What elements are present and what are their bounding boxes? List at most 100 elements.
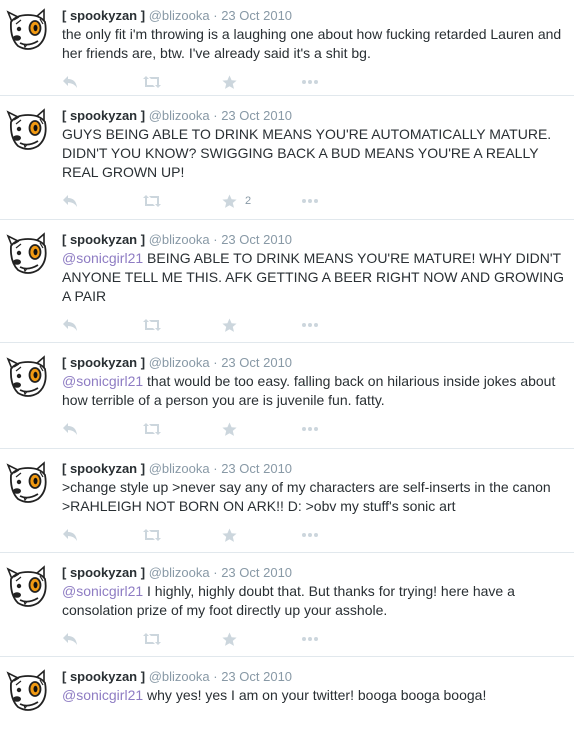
user-fullname[interactable]: [ spookyzan ]	[62, 232, 145, 247]
star-icon	[222, 318, 237, 333]
tweet-timestamp[interactable]: 23 Oct 2010	[221, 8, 292, 23]
tweet-actions	[62, 315, 566, 335]
reply-icon	[62, 528, 78, 542]
mention-link[interactable]: @sonicgirl21	[62, 250, 143, 266]
user-fullname[interactable]: [ spookyzan ]	[62, 8, 145, 23]
user-fullname[interactable]: [ spookyzan ]	[62, 108, 145, 123]
favorite-button[interactable]	[222, 528, 302, 543]
reply-button[interactable]	[62, 528, 142, 542]
retweet-icon	[142, 422, 162, 436]
user-handle[interactable]: @blizooka	[149, 108, 210, 123]
tweet-timestamp[interactable]: 23 Oct 2010	[221, 355, 292, 370]
more-dots-icon	[302, 80, 318, 84]
reply-icon	[62, 632, 78, 646]
tweet-header: [ spookyzan ] @blizooka · 23 Oct 2010	[62, 108, 566, 124]
tweet-text-content: GUYS BEING ABLE TO DRINK MEANS YOU'RE AU…	[62, 126, 552, 180]
favorite-count: 2	[245, 195, 252, 207]
avatar[interactable]	[6, 232, 50, 276]
reply-icon	[62, 75, 78, 89]
tweet-timestamp[interactable]: 23 Oct 2010	[221, 461, 292, 476]
user-handle[interactable]: @blizooka	[149, 565, 210, 580]
avatar[interactable]	[6, 355, 50, 399]
tweet-text-content: why yes! yes I am on your twitter! booga…	[143, 687, 487, 703]
avatar[interactable]	[6, 461, 50, 505]
mention-link[interactable]: @sonicgirl21	[62, 687, 143, 703]
separator-dot: ·	[213, 232, 218, 247]
retweet-button[interactable]	[142, 528, 222, 542]
reply-button[interactable]	[62, 422, 142, 436]
reply-icon	[62, 422, 78, 436]
more-dots-icon	[302, 533, 318, 537]
user-handle[interactable]: @blizooka	[149, 8, 210, 23]
cartoon-dog-avatar	[6, 232, 47, 274]
reply-button[interactable]	[62, 318, 142, 332]
separator-dot: ·	[213, 8, 218, 23]
tweet-actions: 2	[62, 191, 566, 211]
user-fullname[interactable]: [ spookyzan ]	[62, 355, 145, 370]
retweet-button[interactable]	[142, 632, 222, 646]
reply-button[interactable]	[62, 632, 142, 646]
more-button[interactable]	[302, 80, 382, 84]
user-fullname[interactable]: [ spookyzan ]	[62, 669, 145, 684]
user-handle[interactable]: @blizooka	[149, 461, 210, 476]
more-button[interactable]	[302, 427, 382, 431]
separator-dot: ·	[213, 461, 218, 476]
more-dots-icon	[302, 427, 318, 431]
separator-dot: ·	[213, 669, 218, 684]
retweet-icon	[142, 194, 162, 208]
tweet[interactable]: [ spookyzan ] @blizooka · 23 Oct 2010 GU…	[0, 96, 574, 220]
tweet-text-content: >change style up >never say any of my ch…	[62, 479, 551, 514]
tweet-timestamp[interactable]: 23 Oct 2010	[221, 108, 292, 123]
tweet[interactable]: [ spookyzan ] @blizooka · 23 Oct 2010 @s…	[0, 657, 574, 737]
tweet-header: [ spookyzan ] @blizooka · 23 Oct 2010	[62, 461, 566, 477]
star-icon	[222, 422, 237, 437]
reply-button[interactable]	[62, 75, 142, 89]
avatar[interactable]	[6, 8, 50, 52]
retweet-button[interactable]	[142, 422, 222, 436]
avatar[interactable]	[6, 108, 50, 152]
retweet-icon	[142, 75, 162, 89]
tweet-text: @sonicgirl21 why yes! yes I am on your t…	[62, 686, 566, 705]
favorite-button[interactable]	[222, 75, 302, 90]
user-handle[interactable]: @blizooka	[149, 355, 210, 370]
user-fullname[interactable]: [ spookyzan ]	[62, 565, 145, 580]
retweet-button[interactable]	[142, 194, 222, 208]
tweet-feed: [ spookyzan ] @blizooka · 23 Oct 2010 th…	[0, 0, 574, 737]
user-handle[interactable]: @blizooka	[149, 232, 210, 247]
tweet[interactable]: [ spookyzan ] @blizooka · 23 Oct 2010 th…	[0, 0, 574, 96]
tweet-text-content: the only fit i'm throwing is a laughing …	[62, 26, 562, 61]
tweet[interactable]: [ spookyzan ] @blizooka · 23 Oct 2010 @s…	[0, 553, 574, 657]
avatar[interactable]	[6, 565, 50, 609]
favorite-button[interactable]	[222, 318, 302, 333]
tweet-timestamp[interactable]: 23 Oct 2010	[221, 669, 292, 684]
mention-link[interactable]: @sonicgirl21	[62, 583, 143, 599]
user-handle[interactable]: @blizooka	[149, 669, 210, 684]
retweet-button[interactable]	[142, 75, 222, 89]
avatar[interactable]	[6, 669, 50, 713]
separator-dot: ·	[213, 108, 218, 123]
tweet[interactable]: [ spookyzan ] @blizooka · 23 Oct 2010 @s…	[0, 220, 574, 343]
tweet-header: [ spookyzan ] @blizooka · 23 Oct 2010	[62, 565, 566, 581]
reply-icon	[62, 318, 78, 332]
user-fullname[interactable]: [ spookyzan ]	[62, 461, 145, 476]
tweet-timestamp[interactable]: 23 Oct 2010	[221, 232, 292, 247]
favorite-button[interactable]: 2	[222, 194, 302, 209]
tweet[interactable]: [ spookyzan ] @blizooka · 23 Oct 2010 @s…	[0, 343, 574, 449]
favorite-button[interactable]	[222, 632, 302, 647]
cartoon-dog-avatar	[6, 565, 47, 607]
reply-button[interactable]	[62, 194, 142, 208]
more-button[interactable]	[302, 323, 382, 327]
more-button[interactable]	[302, 637, 382, 641]
tweet-text: @sonicgirl21 that would be too easy. fal…	[62, 372, 566, 410]
mention-link[interactable]: @sonicgirl21	[62, 373, 143, 389]
tweet-timestamp[interactable]: 23 Oct 2010	[221, 565, 292, 580]
star-icon	[222, 75, 237, 90]
tweet[interactable]: [ spookyzan ] @blizooka · 23 Oct 2010 >c…	[0, 449, 574, 553]
tweet-text: the only fit i'm throwing is a laughing …	[62, 25, 566, 63]
more-button[interactable]	[302, 199, 382, 203]
more-button[interactable]	[302, 533, 382, 537]
more-dots-icon	[302, 637, 318, 641]
reply-icon	[62, 194, 78, 208]
retweet-button[interactable]	[142, 318, 222, 332]
favorite-button[interactable]	[222, 422, 302, 437]
